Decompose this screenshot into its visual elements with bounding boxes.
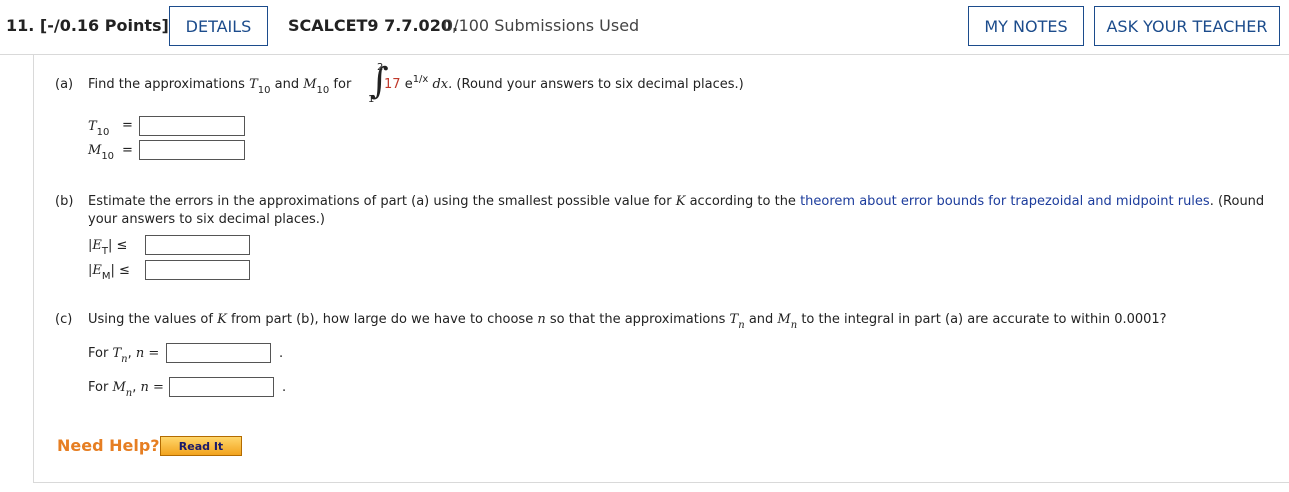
points-label: 11. [-/0.16 Points] bbox=[6, 16, 169, 35]
part-a-prompt: Find the approximations T10 and M10 for bbox=[88, 77, 352, 96]
for-text: for bbox=[333, 77, 352, 92]
part-a-label: (a) bbox=[55, 77, 74, 92]
m10-input[interactable] bbox=[139, 140, 245, 160]
mn-input[interactable] bbox=[169, 377, 274, 397]
m10-label: M10 bbox=[88, 143, 115, 162]
integrand-exponent: 1/x bbox=[412, 74, 429, 85]
k-symbol: K bbox=[675, 194, 686, 209]
part-b-prompt-line1: Estimate the errors in the approximation… bbox=[88, 194, 1265, 209]
problem-code: SCALCET9 7.7.020. bbox=[288, 16, 459, 35]
et-label: |ET| ≤ bbox=[88, 238, 128, 257]
tn-label: For Tn, n = bbox=[88, 346, 160, 365]
t10-input[interactable] bbox=[139, 116, 245, 136]
integrand-base: e bbox=[404, 77, 413, 92]
mn-label: For Mn, n = bbox=[88, 380, 164, 399]
integral-lower-limit: 1 bbox=[368, 94, 375, 105]
error-bounds-theorem-link[interactable]: theorem about error bounds for trapezoid… bbox=[800, 194, 1210, 209]
t-symbol: T bbox=[249, 77, 258, 92]
find-text: Find the approximations bbox=[88, 77, 245, 92]
dx-text: dx. bbox=[432, 77, 453, 92]
integrand: 17 e1/x dx. (Round your answers to six d… bbox=[384, 74, 744, 92]
t10-label: T10 bbox=[88, 119, 110, 138]
m-subscript: 10 bbox=[316, 85, 330, 96]
em-label: |EM| ≤ bbox=[88, 263, 130, 282]
need-help-label: Need Help? bbox=[57, 436, 160, 455]
m10-equals: = bbox=[122, 143, 133, 158]
integral-upper-limit: 2 bbox=[377, 62, 384, 73]
tn-period: . bbox=[279, 346, 284, 361]
round-note: (Round your answers to six decimal place… bbox=[456, 77, 744, 92]
read-it-button[interactable]: Read It bbox=[160, 436, 242, 456]
m-symbol: M bbox=[303, 77, 317, 92]
ask-teacher-button[interactable]: ASK YOUR TEACHER bbox=[1094, 6, 1280, 46]
part-b-label: (b) bbox=[55, 194, 74, 209]
submissions-count: 0/100 Submissions Used bbox=[443, 16, 640, 35]
question-header: 11. [-/0.16 Points] DETAILS SCALCET9 7.7… bbox=[0, 0, 1289, 55]
and-text: and bbox=[274, 77, 300, 92]
tn-input[interactable] bbox=[166, 343, 271, 363]
part-b-prompt-line2: your answers to six decimal places.) bbox=[88, 212, 325, 227]
part-c-prompt: Using the values of K from part (b), how… bbox=[88, 312, 1167, 331]
details-button[interactable]: DETAILS bbox=[169, 6, 268, 46]
et-input[interactable] bbox=[145, 235, 250, 255]
t-subscript: 10 bbox=[257, 85, 271, 96]
em-input[interactable] bbox=[145, 260, 250, 280]
integrand-coefficient: 17 bbox=[384, 77, 401, 92]
my-notes-button[interactable]: MY NOTES bbox=[968, 6, 1084, 46]
t10-equals: = bbox=[122, 118, 133, 133]
mn-period: . bbox=[282, 380, 287, 395]
part-c-label: (c) bbox=[55, 312, 73, 327]
